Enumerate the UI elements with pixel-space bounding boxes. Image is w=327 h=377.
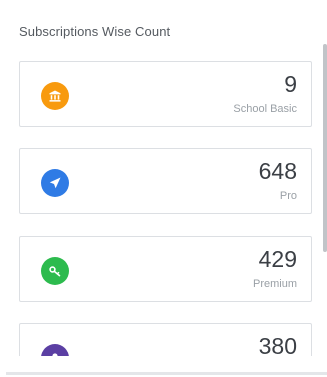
bottom-divider xyxy=(6,372,327,375)
user-icon xyxy=(41,344,69,356)
scrollbar-thumb[interactable] xyxy=(323,44,327,252)
subscriptions-list: 9 School Basic 648 Pro 429 Premium 380 xyxy=(19,61,314,356)
subscription-card-premium[interactable]: 429 Premium xyxy=(19,236,312,302)
bank-icon xyxy=(41,82,69,110)
section-title: Subscriptions Wise Count xyxy=(19,24,171,39)
subscription-count: 380 xyxy=(258,333,297,356)
subscription-plan-name: Premium xyxy=(252,278,297,290)
subscriptions-panel: Subscriptions Wise Count 9 School Basic xyxy=(0,0,327,377)
rocket-icon xyxy=(41,169,69,197)
key-icon xyxy=(41,257,69,285)
subscription-plan-name: School Basic xyxy=(233,103,297,115)
subscription-card-school-basic[interactable]: 9 School Basic xyxy=(19,61,312,127)
subscription-count: 429 xyxy=(258,246,297,272)
subscription-count: 9 xyxy=(284,71,297,97)
subscription-count: 648 xyxy=(258,158,297,184)
subscription-card-pro[interactable]: 648 Pro xyxy=(19,148,312,214)
subscription-plan-name: Pro xyxy=(279,190,297,202)
subscription-card-fourth[interactable]: 380 xyxy=(19,323,312,356)
